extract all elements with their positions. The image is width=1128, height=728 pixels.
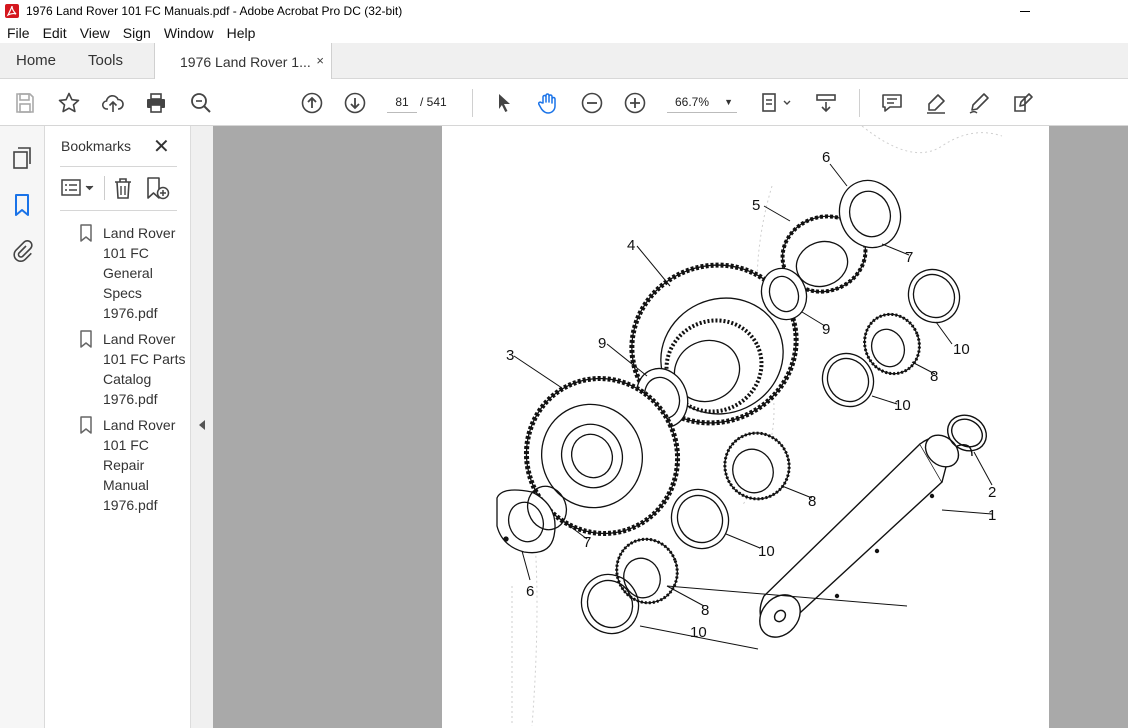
bookmark-label: Land Rover 101 FC General Specs 1976.pdf <box>103 225 176 321</box>
window-title: 1976 Land Rover 101 FC Manuals.pdf - Ado… <box>26 4 403 18</box>
panel-divider <box>60 166 177 167</box>
tab-bar: Home Tools 1976 Land Rover 1... × <box>0 43 1128 80</box>
panel-divider <box>60 210 177 211</box>
new-bookmark-icon[interactable] <box>144 176 170 200</box>
bearing-part <box>723 431 791 501</box>
menu-window[interactable]: Window <box>164 25 214 41</box>
zoom-out-icon[interactable] <box>579 90 605 116</box>
bookmarks-panel: Bookmarks ✕ Land Rover 101 FC General Sp… <box>45 126 190 728</box>
gear-assembly-diagram: 6 5 4 7 9 10 3 9 8 10 2 1 8 7 10 6 8 10 <box>496 126 1003 727</box>
acrobat-app-icon <box>5 4 19 18</box>
select-cursor-icon[interactable] <box>491 90 517 116</box>
callout-9: 9 <box>822 321 830 338</box>
callout-1: 1 <box>988 507 996 524</box>
close-panel-button[interactable]: ✕ <box>153 134 170 159</box>
callout-8: 8 <box>930 368 938 385</box>
scroll-mode-icon[interactable] <box>813 90 839 116</box>
bearing-part <box>863 312 921 376</box>
bookmarks-title: Bookmarks <box>61 138 132 154</box>
panel-tool-divider <box>104 176 105 200</box>
highlight-icon[interactable] <box>923 90 949 116</box>
zoom-search-icon[interactable] <box>188 90 214 116</box>
minimize-button[interactable] <box>1012 2 1038 20</box>
bookmark-item[interactable]: Land Rover 101 FC Parts Catalog 1976.pdf <box>78 329 188 409</box>
callout-3: 3 <box>506 347 514 364</box>
page-down-icon[interactable] <box>342 90 368 116</box>
menu-file[interactable]: File <box>7 25 30 41</box>
delete-bookmark-icon[interactable] <box>111 176 135 200</box>
bookmark-icon <box>80 330 92 348</box>
callout-10: 10 <box>758 543 775 560</box>
sign-icon[interactable] <box>966 90 992 116</box>
page-thumbnails-icon[interactable] <box>10 146 34 172</box>
hand-icon[interactable] <box>535 90 561 116</box>
tab-document[interactable]: 1976 Land Rover 1... × <box>154 43 332 80</box>
callout-8: 8 <box>701 602 709 619</box>
current-page-input[interactable]: 81 <box>387 91 417 113</box>
callout-10: 10 <box>894 397 911 414</box>
bookmark-item[interactable]: Land Rover 101 FC Repair Manual 1976.pdf <box>78 415 188 515</box>
toolbar-divider <box>859 89 860 117</box>
bookmark-label: Land Rover 101 FC Parts Catalog 1976.pdf <box>103 331 186 407</box>
menu-edit[interactable]: Edit <box>43 25 67 41</box>
comment-icon[interactable] <box>879 90 905 116</box>
page-total-label: / 541 <box>420 95 447 109</box>
document-tab-label: 1976 Land Rover 1... <box>180 53 311 70</box>
left-navigation-rail <box>0 126 45 728</box>
menu-view[interactable]: View <box>80 25 110 41</box>
callout-10: 10 <box>690 624 707 641</box>
callout-9: 9 <box>598 335 606 352</box>
fill-sign-icon[interactable] <box>1010 90 1036 116</box>
callout-10: 10 <box>953 341 970 358</box>
title-bar: 1976 Land Rover 101 FC Manuals.pdf - Ado… <box>0 0 1128 22</box>
callout-6: 6 <box>822 149 830 166</box>
menu-bar: File Edit View Sign Window Help <box>0 22 1128 43</box>
tab-tools[interactable]: Tools <box>88 52 123 69</box>
star-icon[interactable] <box>56 90 82 116</box>
callout-5: 5 <box>752 197 760 214</box>
chevron-down-icon: ▼ <box>724 97 733 107</box>
upload-icon[interactable] <box>100 90 126 116</box>
bookmark-options-icon[interactable] <box>60 176 98 200</box>
close-tab-button[interactable]: × <box>316 53 324 68</box>
callout-7: 7 <box>905 249 913 266</box>
collapse-arrow-icon[interactable] <box>199 420 205 430</box>
bookmark-item[interactable]: Land Rover 101 FC General Specs 1976.pdf <box>78 223 188 323</box>
callout-4: 4 <box>627 237 635 254</box>
toolbar: 81 / 541 66.7% ▼ <box>0 79 1128 126</box>
bookmark-icon <box>80 416 92 434</box>
bearing-part <box>615 537 679 605</box>
toolbar-divider <box>472 89 473 117</box>
menu-help[interactable]: Help <box>227 25 256 41</box>
zoom-level-value: 66.7% <box>675 95 710 109</box>
bookmark-label: Land Rover 101 FC Repair Manual 1976.pdf <box>103 417 176 513</box>
callout-6: 6 <box>526 583 534 600</box>
callout-2: 2 <box>988 484 996 501</box>
pdf-page: 6 5 4 7 9 10 3 9 8 10 2 1 8 7 10 6 8 10 <box>442 126 1049 728</box>
bookmark-icon[interactable] <box>10 192 34 218</box>
page-up-icon[interactable] <box>299 90 325 116</box>
tab-home[interactable]: Home <box>16 52 56 69</box>
document-view[interactable]: 6 5 4 7 9 10 3 9 8 10 2 1 8 7 10 6 8 10 <box>213 126 1128 728</box>
attachment-icon[interactable] <box>10 238 34 264</box>
panel-splitter[interactable] <box>190 126 213 728</box>
zoom-in-icon[interactable] <box>622 90 648 116</box>
menu-sign[interactable]: Sign <box>123 25 151 41</box>
callout-8: 8 <box>808 493 816 510</box>
zoom-level-select[interactable]: 66.7% ▼ <box>667 91 737 113</box>
save-icon[interactable] <box>12 90 38 116</box>
bookmark-icon <box>80 224 92 242</box>
print-icon[interactable] <box>143 90 169 116</box>
fit-page-icon[interactable] <box>759 90 793 116</box>
callout-7: 7 <box>583 534 591 551</box>
